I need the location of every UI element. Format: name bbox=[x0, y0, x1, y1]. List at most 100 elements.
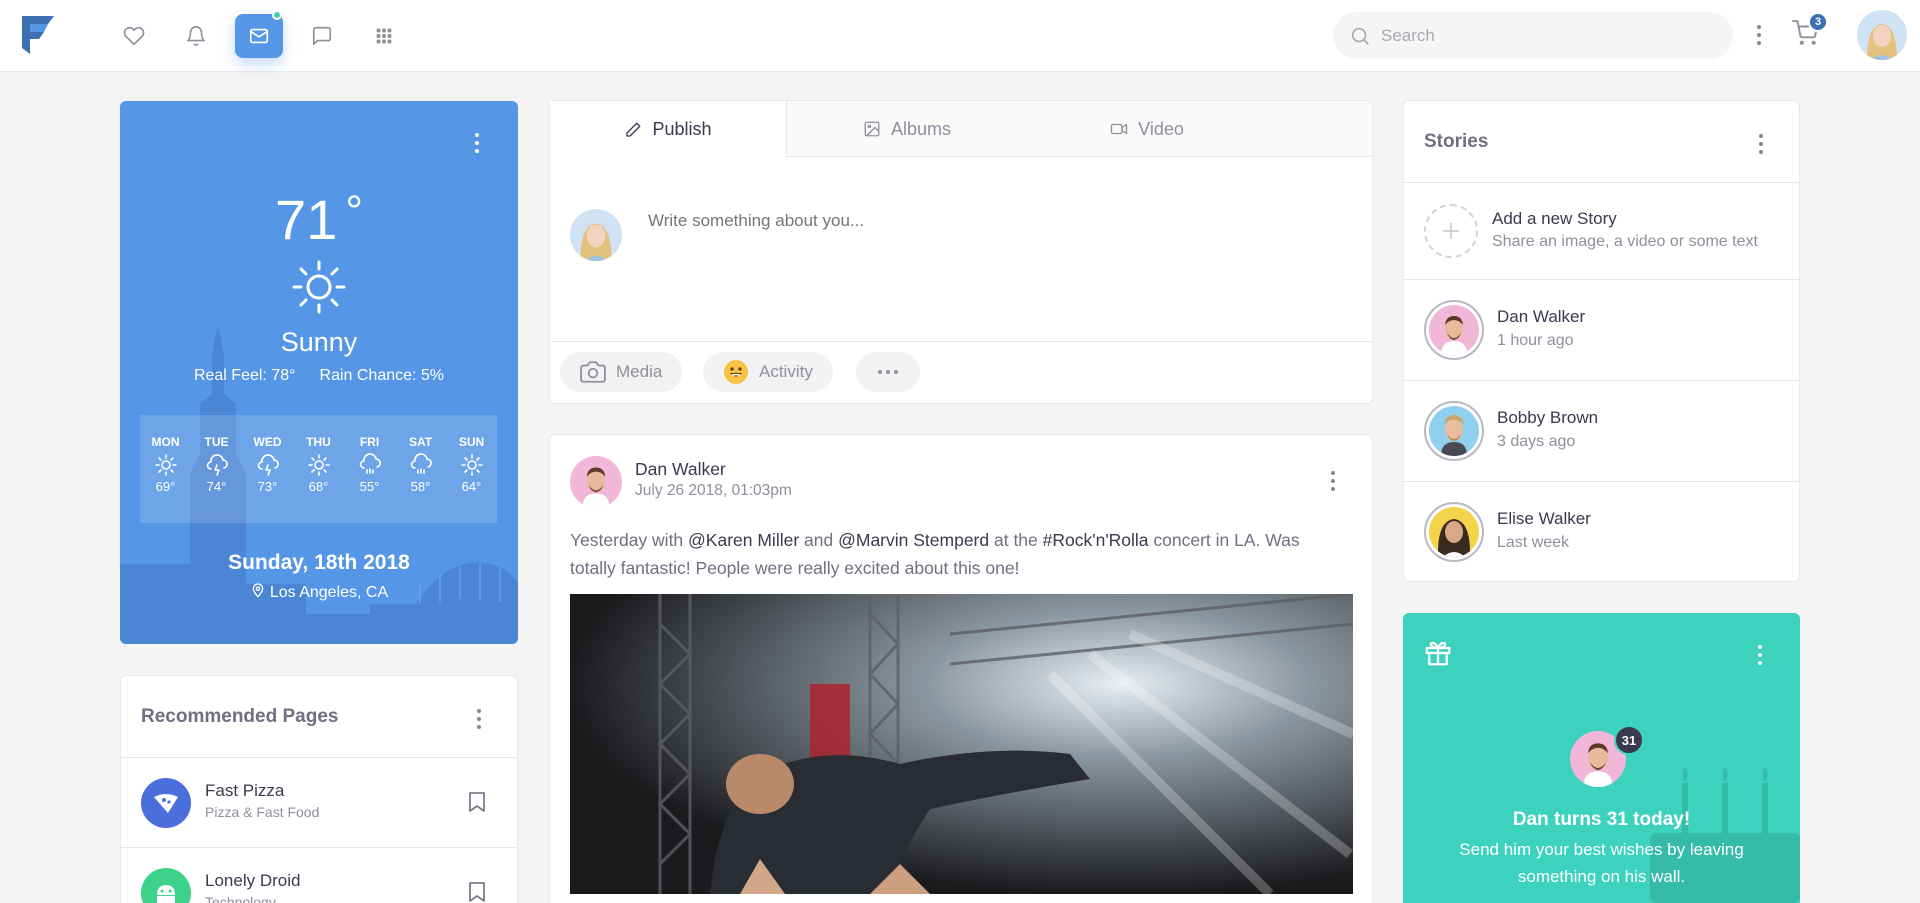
location-pin-icon bbox=[252, 583, 264, 598]
compose-tabs: Publish Albums Video bbox=[550, 101, 1372, 158]
forecast-day: FRI 55° bbox=[347, 435, 393, 523]
recommended-pages-card: Recommended Pages Fast Pizza Pizza & Fas… bbox=[120, 675, 518, 903]
birthday-avatar[interactable]: 31 bbox=[1570, 725, 1644, 787]
weather-date: Sunday, 18th 2018 bbox=[228, 551, 410, 574]
more-horizontal-icon bbox=[878, 370, 898, 374]
sun-icon bbox=[307, 454, 330, 476]
forecast-day: WED 73° bbox=[253, 435, 282, 494]
video-icon bbox=[1110, 123, 1128, 135]
story-time: 1 hour ago bbox=[1497, 332, 1574, 349]
cart-button[interactable]: 3 bbox=[1792, 12, 1828, 50]
stories-menu-icon[interactable] bbox=[1758, 134, 1764, 154]
forecast-day: TUE 74° bbox=[204, 435, 229, 494]
stories-card: Stories Add a new Story Share an image, … bbox=[1403, 100, 1800, 582]
story-name: Bobby Brown bbox=[1497, 408, 1599, 427]
more-menu-icon[interactable] bbox=[1756, 25, 1762, 45]
weather-widget: 71 ° Sunny Real Feel: 78° Rain Chance: 5% … bbox=[120, 101, 518, 644]
birthday-message: Send him your best wishes by leaving som… bbox=[1459, 840, 1744, 886]
notification-dot bbox=[272, 10, 282, 20]
compose-card: Publish Albums Video Media Activity bbox=[549, 100, 1373, 404]
media-button[interactable]: Media bbox=[560, 352, 683, 392]
tab-albums[interactable]: Albums bbox=[787, 101, 1027, 157]
forecast-day: THU 68° bbox=[306, 435, 331, 494]
page-category: Technology bbox=[205, 894, 276, 903]
story-name: Elise Walker bbox=[1497, 509, 1591, 528]
storm-icon bbox=[206, 454, 228, 476]
bookmark-icon[interactable] bbox=[467, 791, 487, 818]
pencil-icon bbox=[626, 122, 641, 137]
forecast-day: SAT 58° bbox=[408, 435, 433, 494]
tab-video[interactable]: Video bbox=[1027, 101, 1267, 157]
story-item[interactable]: Dan Walker 1 hour ago bbox=[1404, 279, 1800, 380]
mail-icon[interactable] bbox=[235, 10, 283, 58]
page-item[interactable]: Lonely Droid Technology bbox=[121, 847, 517, 903]
forecast-day: SUN 64° bbox=[458, 435, 485, 494]
add-story-item[interactable]: Add a new Story Share an image, a video … bbox=[1404, 182, 1800, 279]
post-text: Yesterday with @Karen Miller and @Marvin… bbox=[570, 526, 1350, 582]
chat-icon[interactable] bbox=[298, 14, 346, 58]
story-avatar[interactable] bbox=[1424, 401, 1484, 461]
story-item[interactable]: Bobby Brown 3 days ago bbox=[1404, 380, 1800, 481]
tab-publish[interactable]: Publish bbox=[550, 101, 787, 158]
post-text-part: Yesterday with bbox=[570, 530, 689, 550]
post-menu-icon[interactable] bbox=[1330, 471, 1336, 491]
sun-icon bbox=[292, 260, 346, 314]
forecast-day: MON 69° bbox=[151, 435, 180, 494]
bell-icon[interactable] bbox=[172, 14, 220, 58]
post-author[interactable]: Dan Walker bbox=[635, 459, 726, 480]
search-input[interactable] bbox=[1381, 25, 1711, 46]
page-name: Lonely Droid bbox=[205, 871, 301, 890]
camera-icon bbox=[580, 361, 606, 383]
post-composer-input[interactable] bbox=[648, 211, 1348, 311]
weather-menu-icon[interactable] bbox=[474, 133, 480, 153]
gift-icon bbox=[1425, 641, 1451, 666]
user-avatar[interactable] bbox=[1857, 10, 1907, 60]
rain-icon bbox=[410, 453, 432, 474]
fast-pizza-logo bbox=[141, 778, 191, 828]
post-card: Dan Walker July 26 2018, 01:03pm Yesterd… bbox=[549, 434, 1373, 903]
compose-actions: Media Activity bbox=[550, 341, 1372, 403]
page-name: Fast Pizza bbox=[205, 781, 285, 800]
post-timestamp: July 26 2018, 01:03pm bbox=[635, 482, 792, 499]
birthday-widget: 31 Dan turns 31 today! Send him your bes… bbox=[1403, 613, 1800, 903]
cart-count-badge: 3 bbox=[1808, 12, 1828, 32]
search-icon bbox=[1351, 27, 1369, 45]
story-name: Dan Walker bbox=[1497, 307, 1586, 326]
story-time: 3 days ago bbox=[1497, 433, 1576, 450]
bookmark-icon[interactable] bbox=[467, 881, 487, 903]
add-story-subtitle: Share an image, a video or some text bbox=[1492, 233, 1758, 250]
mention-link[interactable]: @Karen Miller bbox=[688, 530, 799, 550]
page-category: Pizza & Fast Food bbox=[205, 804, 320, 820]
top-navbar: 3 bbox=[0, 0, 1920, 72]
story-avatar[interactable] bbox=[1424, 300, 1484, 360]
user-avatar bbox=[570, 209, 622, 261]
post-image[interactable] bbox=[570, 594, 1353, 894]
app-logo[interactable] bbox=[20, 14, 56, 56]
add-story-icon[interactable] bbox=[1424, 204, 1478, 258]
weather-details: Real Feel: 78° Rain Chance: 5% bbox=[193, 367, 445, 384]
author-avatar[interactable] bbox=[570, 456, 622, 508]
heart-icon[interactable] bbox=[110, 14, 158, 58]
hashtag-link[interactable]: #Rock'n'Rolla bbox=[1043, 530, 1149, 550]
sun-icon bbox=[154, 454, 177, 476]
concert-photo bbox=[570, 594, 1353, 894]
search-bar[interactable] bbox=[1333, 12, 1733, 59]
birthday-menu-icon[interactable] bbox=[1757, 645, 1763, 665]
more-options-button[interactable] bbox=[856, 352, 920, 392]
weekly-forecast: MON 69° TUE 74° WED 73° THU 68° FRI 55° … bbox=[140, 415, 497, 523]
story-item[interactable]: Elise Walker Last week bbox=[1404, 481, 1800, 582]
age-badge: 31 bbox=[1614, 725, 1644, 755]
smiley-icon bbox=[724, 360, 748, 384]
apps-icon[interactable] bbox=[360, 14, 408, 58]
recommended-menu-icon[interactable] bbox=[476, 709, 482, 729]
sun-icon bbox=[460, 454, 483, 476]
mention-link[interactable]: @Marvin Stemperd bbox=[838, 530, 989, 550]
activity-button[interactable]: Activity bbox=[703, 352, 833, 392]
temperature: 71 ° bbox=[275, 187, 363, 251]
recommended-pages-title: Recommended Pages bbox=[141, 706, 339, 727]
story-avatar[interactable] bbox=[1424, 502, 1484, 562]
story-time: Last week bbox=[1497, 534, 1570, 551]
post-text-part: and bbox=[799, 530, 839, 550]
birthday-title: Dan turns 31 today! bbox=[1512, 809, 1691, 830]
page-item[interactable]: Fast Pizza Pizza & Fast Food bbox=[121, 757, 517, 847]
